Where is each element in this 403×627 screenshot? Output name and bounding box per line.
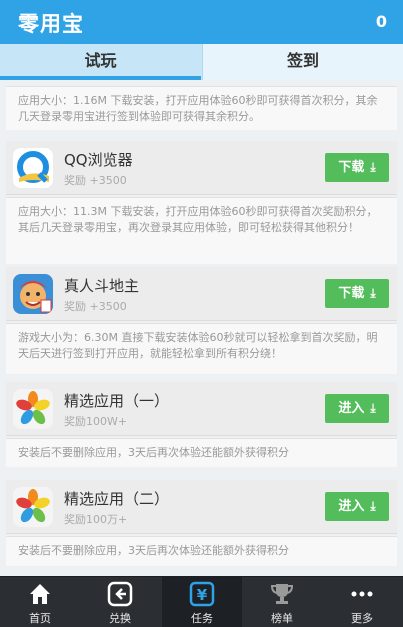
nav-label: 首页 bbox=[29, 612, 51, 625]
qq-browser-icon bbox=[13, 148, 53, 188]
download-icon: ⤓ bbox=[370, 401, 376, 415]
app-name: 真人斗地主 bbox=[64, 277, 140, 295]
bottom-nav: 首页 兑换 ¥ 任务 榜单 更多 bbox=[0, 576, 403, 627]
nav-more[interactable]: 更多 bbox=[322, 577, 402, 627]
task-list[interactable]: 应用大小：1.16M 下载安装，打开应用体验60秒即可获得首次积分，其余几天登录… bbox=[0, 80, 403, 576]
doudizhu-icon bbox=[13, 274, 53, 314]
download-button[interactable]: 下载 ⤓ bbox=[325, 279, 389, 308]
download-icon: ⤓ bbox=[370, 286, 376, 300]
nav-label: 兑换 bbox=[109, 612, 131, 625]
app-description: 安装后不要删除应用，3天后再次体验还能额外获得积分 bbox=[6, 536, 397, 566]
list-item[interactable]: 精选应用（一） 奖励100W+ 进入 ⤓ bbox=[6, 382, 397, 436]
petal-app-icon bbox=[13, 389, 53, 429]
app-description: 应用大小：1.16M 下载安装，打开应用体验60秒即可获得首次积分，其余几天登录… bbox=[6, 86, 397, 130]
nav-exchange[interactable]: 兑换 bbox=[80, 577, 160, 627]
app-reward: 奖励100万+ bbox=[64, 513, 128, 526]
app-reward: 奖励 +3500 bbox=[64, 300, 127, 313]
nav-task[interactable]: ¥ 任务 bbox=[162, 577, 242, 627]
nav-home[interactable]: 首页 bbox=[0, 577, 80, 627]
nav-label: 榜单 bbox=[271, 612, 293, 625]
app-name: 精选应用（一） bbox=[64, 392, 170, 410]
more-dots-icon bbox=[351, 591, 373, 597]
trophy-icon bbox=[270, 584, 294, 604]
app-description: 游戏大小为：6.30M 直接下载安装体验60秒就可以轻松拿到首次奖励，明天后天进… bbox=[6, 323, 397, 374]
app-description: 应用大小：11.3M 下载安装，打开应用体验60秒即可获得首次奖励积分，其后几天… bbox=[6, 197, 397, 264]
nav-label: 任务 bbox=[191, 612, 213, 625]
download-icon: ⤓ bbox=[370, 499, 376, 513]
button-label: 下载 bbox=[338, 160, 365, 175]
app-title: 零用宝 bbox=[18, 12, 84, 36]
app-reward: 奖励100W+ bbox=[64, 415, 128, 428]
enter-button[interactable]: 进入 ⤓ bbox=[325, 492, 389, 521]
download-icon: ⤓ bbox=[370, 160, 376, 174]
button-label: 下载 bbox=[338, 286, 365, 301]
title-bar: 零用宝 0 bbox=[0, 0, 403, 44]
enter-button[interactable]: 进入 ⤓ bbox=[325, 394, 389, 423]
list-item[interactable]: 精选应用（二） 奖励100万+ 进入 ⤓ bbox=[6, 480, 397, 534]
button-label: 进入 bbox=[338, 499, 365, 514]
exchange-icon bbox=[107, 581, 133, 607]
download-button[interactable]: 下载 ⤓ bbox=[325, 153, 389, 182]
app-name: QQ浏览器 bbox=[64, 151, 133, 169]
home-icon bbox=[30, 584, 50, 604]
tab-trial[interactable]: 试玩 bbox=[0, 44, 201, 80]
tab-bar: 试玩 签到 bbox=[0, 44, 403, 80]
app-reward: 奖励 +3500 bbox=[64, 174, 127, 187]
nav-ranking[interactable]: 榜单 bbox=[242, 577, 322, 627]
svg-text:¥: ¥ bbox=[197, 586, 208, 604]
task-yen-icon: ¥ bbox=[189, 581, 215, 607]
button-label: 进入 bbox=[338, 401, 365, 416]
tab-signin[interactable]: 签到 bbox=[202, 44, 403, 80]
list-item[interactable]: QQ浏览器 奖励 +3500 下载 ⤓ bbox=[6, 141, 397, 195]
app-description: 安装后不要删除应用，3天后再次体验还能额外获得积分 bbox=[6, 438, 397, 467]
nav-label: 更多 bbox=[351, 612, 373, 625]
list-item[interactable]: 真人斗地主 奖励 +3500 下载 ⤓ bbox=[6, 267, 397, 321]
petal-app-icon bbox=[13, 487, 53, 527]
app-name: 精选应用（二） bbox=[64, 490, 170, 508]
points-count: 0 bbox=[375, 12, 387, 31]
